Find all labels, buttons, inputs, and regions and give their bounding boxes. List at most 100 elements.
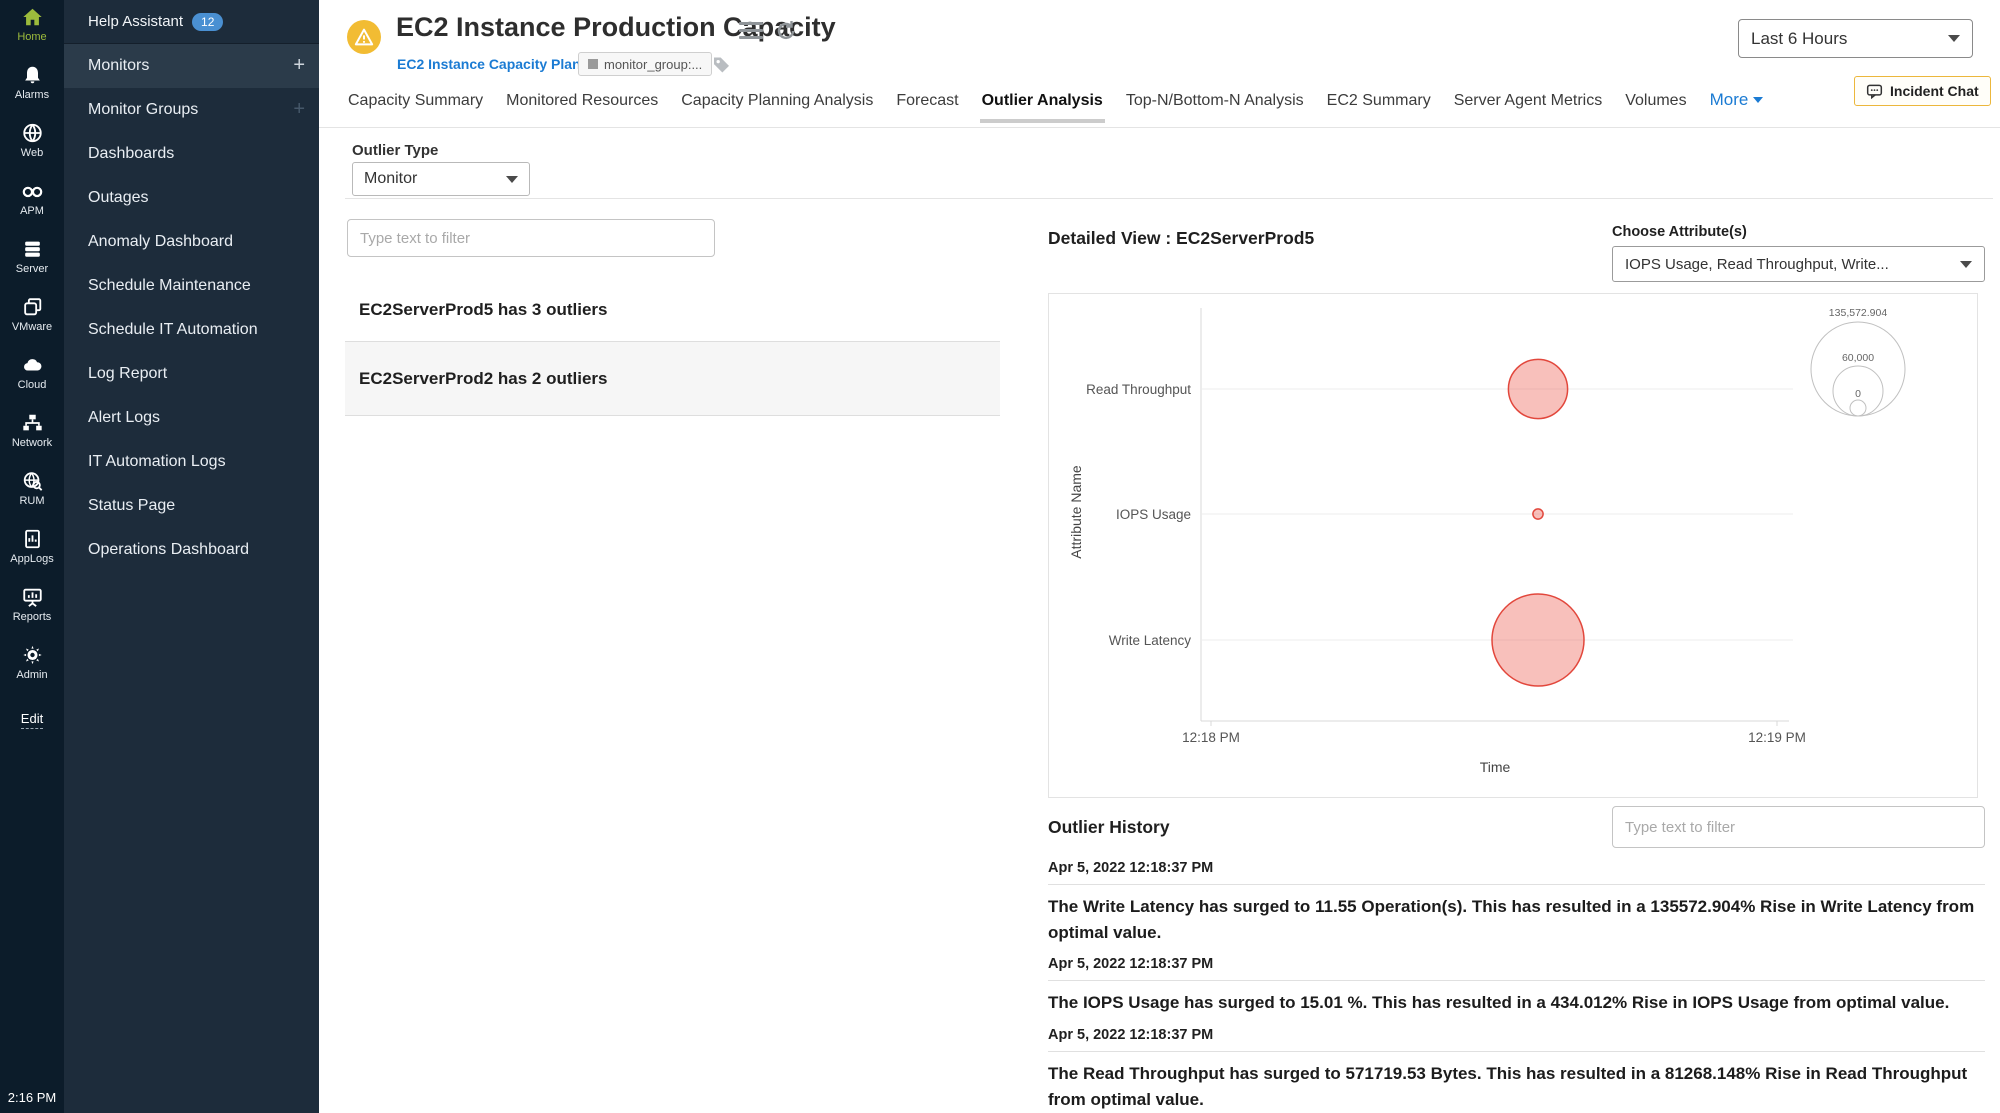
icon-rail: Home Alarms Web APM Server VMware Cloud xyxy=(0,0,64,1113)
sidebar-item-monitor-groups[interactable]: Monitor Groups + xyxy=(64,88,319,132)
sidebar-item-label: Operations Dashboard xyxy=(88,541,249,558)
help-assistant-label: Help Assistant xyxy=(88,13,184,30)
outlier-type-label: Outlier Type xyxy=(352,142,439,159)
outlier-history-filter xyxy=(1612,806,1985,848)
sidebar-item-schedule-maintenance[interactable]: Schedule Maintenance xyxy=(64,264,319,308)
applogs-icon xyxy=(24,529,40,549)
outlier-type-value: Monitor xyxy=(364,170,418,187)
section-divider xyxy=(345,198,1993,199)
monitor-group-chip[interactable]: monitor_group:... xyxy=(578,52,713,76)
rail-item-vmware[interactable]: VMware xyxy=(0,290,64,348)
tab-bar: Capacity Summary Monitored Resources Cap… xyxy=(348,90,1764,123)
sidebar-item-schedule-it-automation[interactable]: Schedule IT Automation xyxy=(64,308,319,352)
tab-volumes[interactable]: Volumes xyxy=(1625,92,1686,110)
bubble-iops-usage[interactable] xyxy=(1532,508,1544,520)
sidebar-item-label: Log Report xyxy=(88,365,168,382)
page-title: EC2 Instance Production Capacity xyxy=(396,12,836,42)
rail-item-label: APM xyxy=(20,205,44,217)
history-entry-message: The Read Throughput has surged to 571719… xyxy=(1048,1064,1968,1109)
chip-square-icon xyxy=(588,59,598,69)
sidebar-item-label: IT Automation Logs xyxy=(88,453,226,470)
binoculars-icon xyxy=(22,186,42,198)
rail-item-applogs[interactable]: AppLogs xyxy=(0,522,64,580)
rail-item-label: Admin xyxy=(16,669,48,681)
page-root: Home Alarms Web APM Server VMware Cloud xyxy=(0,0,2000,1113)
sidebar-item-monitors[interactable]: Monitors + xyxy=(64,44,319,88)
tag-icon[interactable] xyxy=(711,55,732,80)
outlier-history-title: Outlier History xyxy=(1048,817,1170,837)
bubble-read-throughput[interactable] xyxy=(1507,358,1569,420)
home-icon xyxy=(22,8,42,26)
rail-item-admin[interactable]: Admin xyxy=(0,638,64,696)
rail-item-home[interactable]: Home xyxy=(0,0,64,58)
rail-item-rum[interactable]: RUM xyxy=(0,464,64,522)
tab-capacity-summary[interactable]: Capacity Summary xyxy=(348,92,483,110)
rail-item-label: Server xyxy=(15,263,49,275)
history-entry-date: Apr 5, 2022 12:18:37 PM xyxy=(1048,1027,1214,1043)
bell-icon xyxy=(24,66,40,84)
history-entry-date: Apr 5, 2022 12:18:37 PM xyxy=(1048,860,1214,876)
history-entry-date: Apr 5, 2022 12:18:37 PM xyxy=(1048,956,1214,972)
outlier-type-select[interactable]: Monitor xyxy=(352,162,530,196)
globe-icon xyxy=(22,123,42,143)
rail-item-label: Web xyxy=(20,147,44,159)
sidebar-item-it-automation-logs[interactable]: IT Automation Logs xyxy=(64,440,319,484)
sidebar-item-log-report[interactable]: Log Report xyxy=(64,352,319,396)
outlier-item-label: EC2ServerProd5 has 3 outliers xyxy=(359,300,608,319)
history-divider xyxy=(1048,980,1985,981)
chevron-down-icon xyxy=(1960,260,1972,268)
sidebar-item-anomaly-dashboard[interactable]: Anomaly Dashboard xyxy=(64,220,319,264)
sidebar-item-operations-dashboard[interactable]: Operations Dashboard xyxy=(64,528,319,572)
tab-forecast[interactable]: Forecast xyxy=(896,92,958,110)
plus-icon[interactable]: + xyxy=(293,54,305,77)
tab-monitored-resources[interactable]: Monitored Resources xyxy=(506,92,658,110)
tabs-divider xyxy=(319,127,2000,128)
history-entry-message: The IOPS Usage has surged to 15.01 %. Th… xyxy=(1048,993,1950,1012)
chart-x-axis-label: Time xyxy=(1480,759,1511,775)
rail-item-label: AppLogs xyxy=(10,553,54,565)
sidebar-item-label: Monitors xyxy=(88,57,150,74)
choose-attributes-select[interactable]: IOPS Usage, Read Throughput, Write... xyxy=(1612,246,1985,282)
sidebar-item-outages[interactable]: Outages xyxy=(64,176,319,220)
sidebar-help-assistant[interactable]: Help Assistant 12 xyxy=(64,0,319,44)
sidebar-item-alert-logs[interactable]: Alert Logs xyxy=(64,396,319,440)
rail-item-apm[interactable]: APM xyxy=(0,174,64,232)
sidebar-item-label: Dashboards xyxy=(88,145,175,162)
category-label: Read Throughput xyxy=(1086,382,1191,397)
outlier-list-item[interactable]: EC2ServerProd2 has 2 outliers xyxy=(345,342,1000,416)
sidebar-item-label: Alert Logs xyxy=(88,409,161,426)
rail-item-web[interactable]: Web xyxy=(0,116,64,174)
bubble-write-latency[interactable] xyxy=(1491,593,1585,687)
rail-item-reports[interactable]: Reports xyxy=(0,580,64,638)
tab-more[interactable]: More xyxy=(1710,90,1764,110)
x-tick-label: 12:18 PM xyxy=(1182,730,1240,745)
chat-icon xyxy=(1866,84,1883,99)
outlier-list-item[interactable]: EC2ServerProd5 has 3 outliers xyxy=(345,279,1000,342)
tab-outlier-analysis[interactable]: Outlier Analysis xyxy=(979,92,1106,123)
sidebar-item-label: Schedule Maintenance xyxy=(88,277,251,294)
choose-attributes-label: Choose Attribute(s) xyxy=(1612,224,1747,240)
gear-icon xyxy=(22,645,42,665)
incident-chat-button[interactable]: Incident Chat xyxy=(1854,76,1991,106)
list-filter-input[interactable] xyxy=(347,219,715,257)
rail-item-network[interactable]: Network xyxy=(0,406,64,464)
rail-item-cloud[interactable]: Cloud xyxy=(0,348,64,406)
outlier-item-label: EC2ServerProd2 has 2 outliers xyxy=(359,368,608,388)
time-range-select[interactable]: Last 6 Hours xyxy=(1738,19,1973,58)
plus-icon[interactable]: + xyxy=(293,98,305,121)
rail-edit[interactable]: Edit xyxy=(0,710,64,729)
chip-label: monitor_group:... xyxy=(604,56,703,72)
sidebar-item-dashboards[interactable]: Dashboards xyxy=(64,132,319,176)
rail-item-alarms[interactable]: Alarms xyxy=(0,58,64,116)
tab-ec2-summary[interactable]: EC2 Summary xyxy=(1327,92,1431,110)
rail-item-server[interactable]: Server xyxy=(0,232,64,290)
tab-top-n-bottom-n[interactable]: Top-N/Bottom-N Analysis xyxy=(1126,92,1304,110)
refresh-icon[interactable] xyxy=(774,19,798,48)
menu-icon[interactable] xyxy=(739,22,763,43)
incident-chat-label: Incident Chat xyxy=(1890,83,1979,99)
history-filter-input[interactable] xyxy=(1612,806,1985,848)
sidebar-item-status-page[interactable]: Status Page xyxy=(64,484,319,528)
tab-capacity-planning-analysis[interactable]: Capacity Planning Analysis xyxy=(681,92,873,110)
tab-server-agent-metrics[interactable]: Server Agent Metrics xyxy=(1454,92,1603,110)
vmware-icon xyxy=(23,298,41,316)
